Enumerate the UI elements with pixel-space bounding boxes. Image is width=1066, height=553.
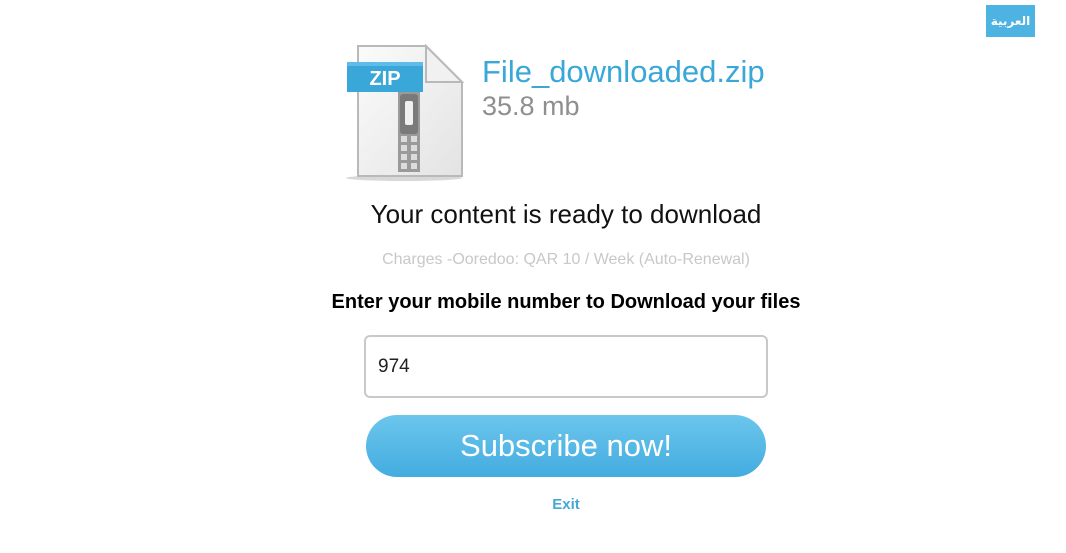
landing-page: العربية ZIP File_downloaded.zip 35.8 mb … <box>0 0 1066 553</box>
zip-label: ZIP <box>369 68 400 90</box>
zip-file-icon: ZIP <box>344 43 466 182</box>
file-size: 35.8 mb <box>482 91 580 121</box>
file-name: File_downloaded.zip <box>482 54 765 89</box>
charges-notice: Charges -Ooredoo: QAR 10 / Week (Auto-Re… <box>382 251 750 268</box>
language-toggle-button[interactable]: العربية <box>986 5 1035 37</box>
mobile-prompt: Enter your mobile number to Download you… <box>331 291 801 313</box>
subscribe-button[interactable]: Subscribe now! <box>366 415 766 477</box>
exit-link[interactable]: Exit <box>0 496 1066 513</box>
ready-heading: Your content is ready to download <box>370 199 762 229</box>
mobile-number-input[interactable] <box>364 335 768 398</box>
